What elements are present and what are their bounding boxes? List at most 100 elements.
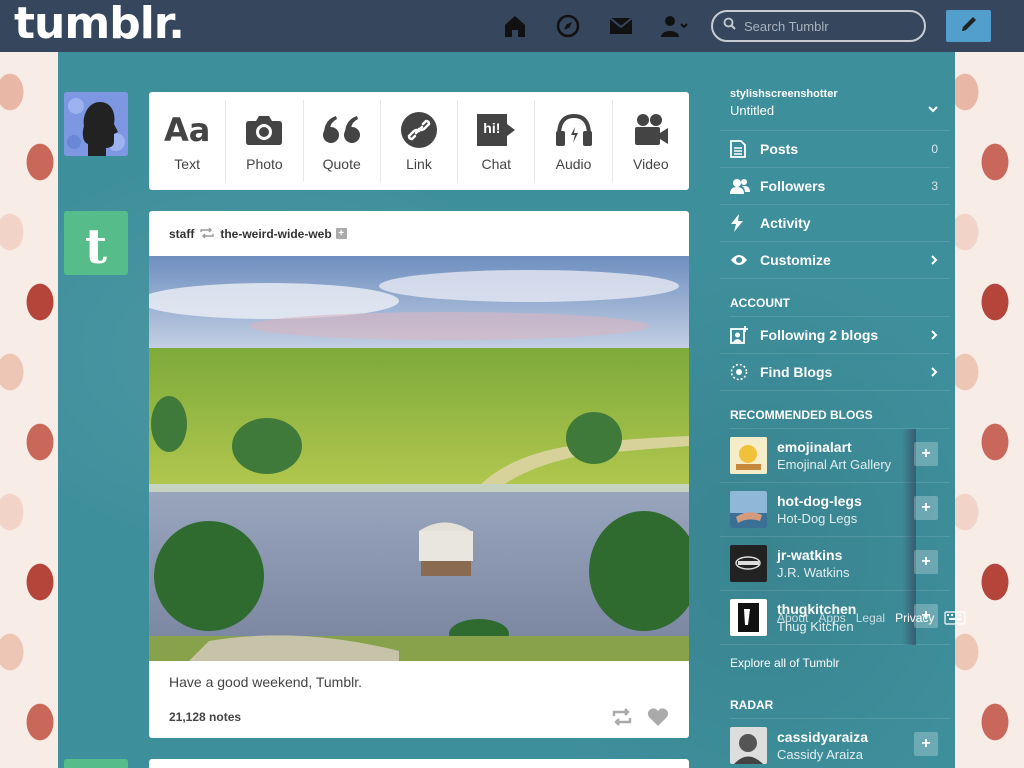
sidebar-item-find-blogs[interactable]: Find Blogs	[720, 354, 950, 391]
following-icon	[730, 326, 752, 344]
post-type-video[interactable]: Video	[613, 100, 689, 182]
chevron-right-icon	[931, 364, 938, 380]
post-type-label: Photo	[246, 156, 283, 172]
link-icon	[400, 110, 438, 150]
tumblr-logo[interactable]: tumblr.	[14, 0, 185, 49]
camera-icon	[245, 110, 283, 150]
blog-thumbnail	[730, 491, 767, 528]
post-actions	[611, 707, 669, 732]
blog-title: Emojinal Art Gallery	[777, 457, 892, 472]
user-avatar[interactable]	[64, 92, 128, 156]
follow-plus-button[interactable]: +	[914, 442, 938, 466]
sidebar-item-activity[interactable]: Activity	[720, 205, 950, 242]
follow-plus-button[interactable]: +	[914, 732, 938, 756]
explore-link[interactable]: Explore all of Tumblr	[730, 645, 950, 681]
account-menu-icon[interactable]	[660, 13, 690, 39]
staff-avatar[interactable]: t	[64, 211, 128, 275]
post-type-label: Link	[406, 156, 432, 172]
sidebar-item-label: Customize	[760, 252, 831, 268]
blog-thumbnail	[730, 599, 767, 636]
text-icon: Aa	[163, 111, 211, 149]
footer-about-link[interactable]: About	[777, 611, 808, 628]
inbox-mail-icon[interactable]	[608, 13, 634, 39]
sidebar-item-label: Find Blogs	[760, 364, 833, 380]
followers-icon	[730, 178, 752, 194]
sidebar-item-label: Followers	[760, 178, 826, 194]
blog-title: Cassidy Araiza	[777, 747, 863, 762]
chevron-right-icon	[931, 327, 938, 343]
compose-post-button[interactable]	[946, 10, 991, 42]
post-type-chat[interactable]: hi! Chat	[458, 100, 536, 182]
reblogged-from-blog[interactable]: the-weird-wide-web	[220, 227, 331, 241]
right-sidebar: stylishscreenshotter Untitled Posts 0 Fo…	[720, 88, 950, 768]
quote-icon	[322, 110, 362, 150]
post-type-photo[interactable]: Photo	[226, 100, 304, 182]
svg-text:t: t	[85, 219, 107, 275]
chevron-down-icon[interactable]	[928, 100, 938, 118]
pencil-icon	[959, 14, 979, 39]
blog-name: stylishscreenshotter	[730, 88, 838, 100]
sidebar-item-customize[interactable]: Customize	[720, 242, 950, 279]
post-type-label: Quote	[322, 156, 361, 172]
chat-glyph: hi!	[483, 120, 501, 136]
next-post-avatar[interactable]	[64, 759, 128, 768]
dashboard-post: staff the-weird-wide-web + Have a good w…	[149, 211, 689, 738]
eye-icon	[730, 254, 752, 266]
lightning-bolt-icon	[730, 214, 752, 232]
post-type-audio[interactable]: Audio	[535, 100, 613, 182]
find-blogs-sparkle-icon	[730, 363, 752, 381]
blog-name: hot-dog-legs	[777, 493, 862, 509]
sidebar-item-followers[interactable]: Followers 3	[720, 168, 950, 205]
post-caption: Have a good weekend, Tumblr.	[169, 674, 363, 690]
search-input[interactable]	[744, 18, 914, 34]
post-author[interactable]: staff	[169, 227, 194, 241]
recommended-blog-item[interactable]: jr-watkins J.R. Watkins +	[720, 537, 950, 591]
footer-apps-link[interactable]: Apps	[818, 611, 845, 628]
post-type-label: Video	[633, 156, 669, 172]
reblog-small-icon	[200, 227, 215, 241]
sidebar-item-label: Posts	[760, 141, 799, 157]
left-background-pattern	[0, 52, 58, 768]
headphones-icon	[555, 110, 593, 150]
posts-icon	[730, 140, 752, 158]
search-box[interactable]	[711, 10, 926, 42]
post-type-selector: Aa Text Photo Quote Link hi! Chat Audio	[149, 92, 689, 190]
post-type-quote[interactable]: Quote	[304, 100, 381, 182]
search-icon	[723, 17, 736, 35]
recommended-blog-item[interactable]: emojinalart Emojinal Art Gallery +	[720, 429, 950, 483]
radar-heading: RADAR	[730, 681, 950, 719]
sidebar-item-label: Following 2 blogs	[760, 327, 879, 343]
radar-blog-item[interactable]: cassidyaraiza Cassidy Araiza +	[720, 719, 950, 768]
sidebar-item-following[interactable]: Following 2 blogs	[720, 317, 950, 354]
recommended-blog-item[interactable]: hot-dog-legs Hot-Dog Legs +	[720, 483, 950, 537]
follow-plus-button[interactable]: +	[914, 496, 938, 520]
reblog-icon[interactable]	[611, 707, 633, 732]
post-photo[interactable]	[149, 256, 689, 661]
blog-thumbnail	[730, 727, 767, 764]
keyboard-shortcuts-icon[interactable]	[944, 611, 967, 628]
follow-plus-icon[interactable]: +	[335, 228, 347, 239]
home-icon[interactable]	[502, 13, 528, 39]
chat-icon: hi!	[475, 110, 517, 150]
top-navigation-bar: tumblr.	[0, 0, 1024, 52]
blog-title: Untitled	[730, 103, 775, 118]
footer-legal-link[interactable]: Legal	[856, 611, 885, 628]
explore-compass-icon[interactable]	[555, 13, 581, 39]
like-heart-icon[interactable]	[647, 707, 669, 732]
footer-links-overlay: About Apps Legal Privacy	[777, 611, 967, 628]
follow-plus-button[interactable]: +	[914, 550, 938, 574]
recommended-blogs-heading: RECOMMENDED BLOGS	[730, 391, 950, 429]
sidebar-item-posts[interactable]: Posts 0	[720, 131, 950, 168]
post-type-text[interactable]: Aa Text	[149, 100, 227, 182]
footer-privacy-link[interactable]: Privacy	[895, 611, 934, 628]
post-notes-count[interactable]: 21,128 notes	[169, 710, 241, 724]
post-type-label: Chat	[481, 156, 512, 172]
blog-name: emojinalart	[777, 439, 852, 455]
blog-switcher[interactable]: stylishscreenshotter Untitled	[720, 88, 950, 131]
blog-thumbnail	[730, 545, 767, 582]
chevron-right-icon	[931, 252, 938, 268]
blog-thumbnail	[730, 437, 767, 474]
post-type-link[interactable]: Link	[381, 100, 459, 182]
account-heading: ACCOUNT	[730, 279, 950, 317]
blog-title: Hot-Dog Legs	[777, 511, 858, 526]
